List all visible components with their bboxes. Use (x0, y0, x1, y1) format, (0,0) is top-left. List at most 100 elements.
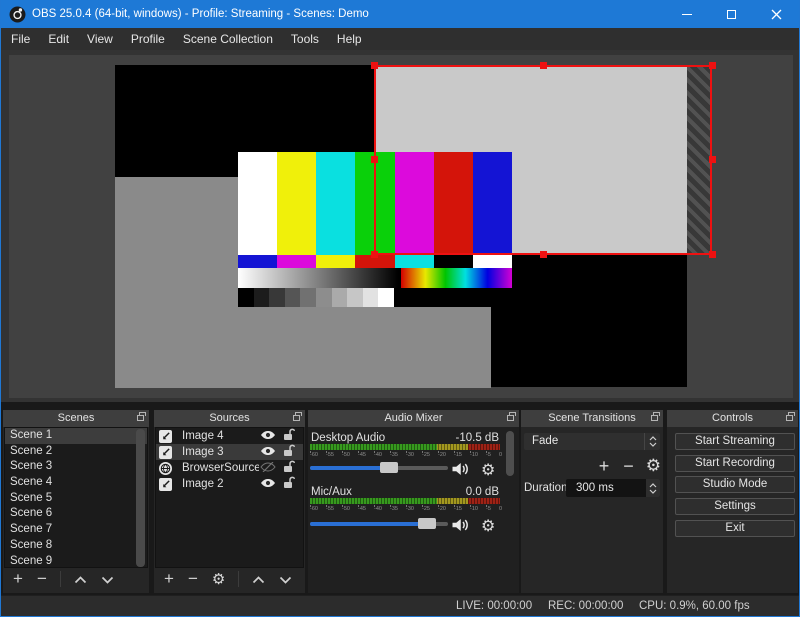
visibility-eye-slash-icon[interactable] (259, 461, 277, 475)
source-row[interactable]: BrowserSource (156, 460, 303, 476)
audio-mixer-header[interactable]: Audio Mixer (308, 410, 519, 427)
transition-properties-gear-icon[interactable]: ⚙ (646, 456, 661, 476)
volume-slider[interactable] (310, 462, 448, 474)
selection-handle-topmid[interactable] (540, 62, 547, 69)
source-row[interactable]: Image 4 (156, 428, 303, 444)
transitions-header[interactable]: Scene Transitions (521, 410, 663, 427)
speaker-icon[interactable] (451, 518, 469, 537)
lock-open-icon[interactable] (283, 428, 296, 444)
tick-label: -60 (310, 452, 318, 458)
cpu-fps-stats: CPU: 0.9%, 60.00 fps (639, 600, 750, 612)
mixer-scrollbar[interactable] (506, 431, 514, 476)
testcard-grayscale-gradient (238, 268, 398, 288)
close-button[interactable] (754, 0, 799, 28)
control-button[interactable]: Studio Mode (675, 476, 795, 494)
channel-gear-icon[interactable]: ⚙ (481, 460, 495, 479)
tick-label: 0 (498, 452, 502, 458)
menu-item[interactable]: Scene Collection (174, 28, 282, 50)
speaker-icon[interactable] (451, 462, 469, 481)
control-button[interactable]: Settings (675, 498, 795, 516)
menu-item[interactable]: Profile (122, 28, 174, 50)
selection-handle-bottomleft[interactable] (371, 251, 378, 258)
mixer-dock-icon[interactable] (507, 412, 516, 421)
scene-row[interactable]: Scene 1 (5, 428, 147, 444)
selection-handle-topright[interactable] (709, 62, 716, 69)
scenes-panel-header[interactable]: Scenes (3, 410, 149, 427)
maximize-button[interactable] (709, 0, 754, 28)
duration-spinbox[interactable]: 300 ms (566, 479, 660, 497)
combo-arrows-icon[interactable] (644, 433, 660, 450)
menu-item[interactable]: Tools (282, 28, 328, 50)
scene-up-button[interactable] (67, 569, 94, 589)
toolbar-separator (59, 571, 61, 587)
selection-handle-bottomright[interactable] (709, 251, 716, 258)
tick-label: -55 (326, 506, 334, 512)
selection-handle-midright[interactable] (709, 156, 716, 163)
visibility-eye-icon[interactable] (259, 430, 277, 443)
scenes-dock-icon[interactable] (137, 412, 146, 421)
source-up-button[interactable] (245, 569, 272, 589)
visibility-eye-icon[interactable] (259, 446, 277, 459)
source-properties-gear-icon[interactable]: ⚙ (205, 569, 232, 589)
control-button[interactable]: Start Streaming (675, 433, 795, 450)
add-source-button[interactable]: + (157, 569, 181, 589)
minimize-button[interactable] (664, 0, 709, 28)
control-button[interactable]: Exit (675, 519, 795, 537)
source-row[interactable]: Image 2 (156, 476, 303, 492)
scene-row[interactable]: Scene 9 (5, 554, 147, 568)
channel-gear-icon[interactable]: ⚙ (481, 516, 495, 535)
volume-slider-handle[interactable] (418, 518, 437, 529)
sources-dock-icon[interactable] (293, 412, 302, 421)
volume-meter (310, 498, 500, 504)
menu-item[interactable]: File (2, 28, 39, 50)
source-down-button[interactable] (272, 569, 299, 589)
add-transition-button[interactable]: + (597, 456, 612, 476)
visibility-eye-icon[interactable] (259, 478, 277, 491)
preview-canvas[interactable] (9, 55, 793, 398)
tick-label: -50 (342, 506, 350, 512)
testcard-step (347, 288, 363, 307)
menu-item[interactable]: View (78, 28, 122, 50)
remove-transition-button[interactable]: − (621, 456, 636, 476)
controls-dock-icon[interactable] (786, 412, 795, 421)
scene-row[interactable]: Scene 4 (5, 475, 147, 491)
scene-row[interactable]: Scene 8 (5, 538, 147, 554)
selection-handle-topleft[interactable] (371, 62, 378, 69)
scene-row[interactable]: Scene 2 (5, 444, 147, 460)
selection-handle-bottommid[interactable] (540, 251, 547, 258)
volume-slider[interactable] (310, 518, 448, 530)
tick-label: -60 (310, 506, 318, 512)
toolbar-separator (238, 571, 240, 587)
source-row[interactable]: Image 3 (156, 444, 303, 460)
selection-handle-midleft[interactable] (371, 156, 378, 163)
tick-label: -5 (486, 506, 491, 512)
scene-row[interactable]: Scene 5 (5, 491, 147, 507)
control-button[interactable]: Start Recording (675, 454, 795, 472)
testcard-bar (277, 152, 317, 255)
spinbox-arrows-icon[interactable] (646, 479, 660, 497)
add-scene-button[interactable]: + (6, 569, 30, 589)
scene-row[interactable]: Scene 6 (5, 506, 147, 522)
scenes-scrollbar[interactable] (136, 429, 145, 567)
scene-down-button[interactable] (94, 569, 121, 589)
lock-open-icon[interactable] (283, 476, 296, 492)
remove-source-button[interactable]: − (181, 569, 205, 589)
controls-header[interactable]: Controls (667, 410, 798, 427)
selection-rectangle[interactable] (374, 65, 712, 255)
lock-open-icon[interactable] (283, 444, 296, 460)
tick-label: -15 (454, 506, 462, 512)
menu-item[interactable]: Edit (39, 28, 78, 50)
scene-row[interactable]: Scene 3 (5, 459, 147, 475)
scene-row[interactable]: Scene 7 (5, 522, 147, 538)
scene-item-black-bottomright[interactable] (491, 255, 687, 387)
lock-open-icon[interactable] (283, 460, 296, 476)
menu-item[interactable]: Help (328, 28, 371, 50)
scenes-list: Scene 1 Scene 2 Scene 3 Scene 4 Scene 5 Scene… (4, 427, 148, 568)
sources-panel-header[interactable]: Sources (154, 410, 305, 427)
transitions-dock-icon[interactable] (651, 412, 660, 421)
volume-slider-handle[interactable] (379, 462, 398, 473)
transition-select[interactable]: Fade (524, 433, 660, 450)
tick-label: -10 (470, 506, 478, 512)
remove-scene-button[interactable]: − (30, 569, 54, 589)
title-bar[interactable]: OBS 25.0.4 (64-bit, windows) - Profile: … (1, 0, 799, 28)
